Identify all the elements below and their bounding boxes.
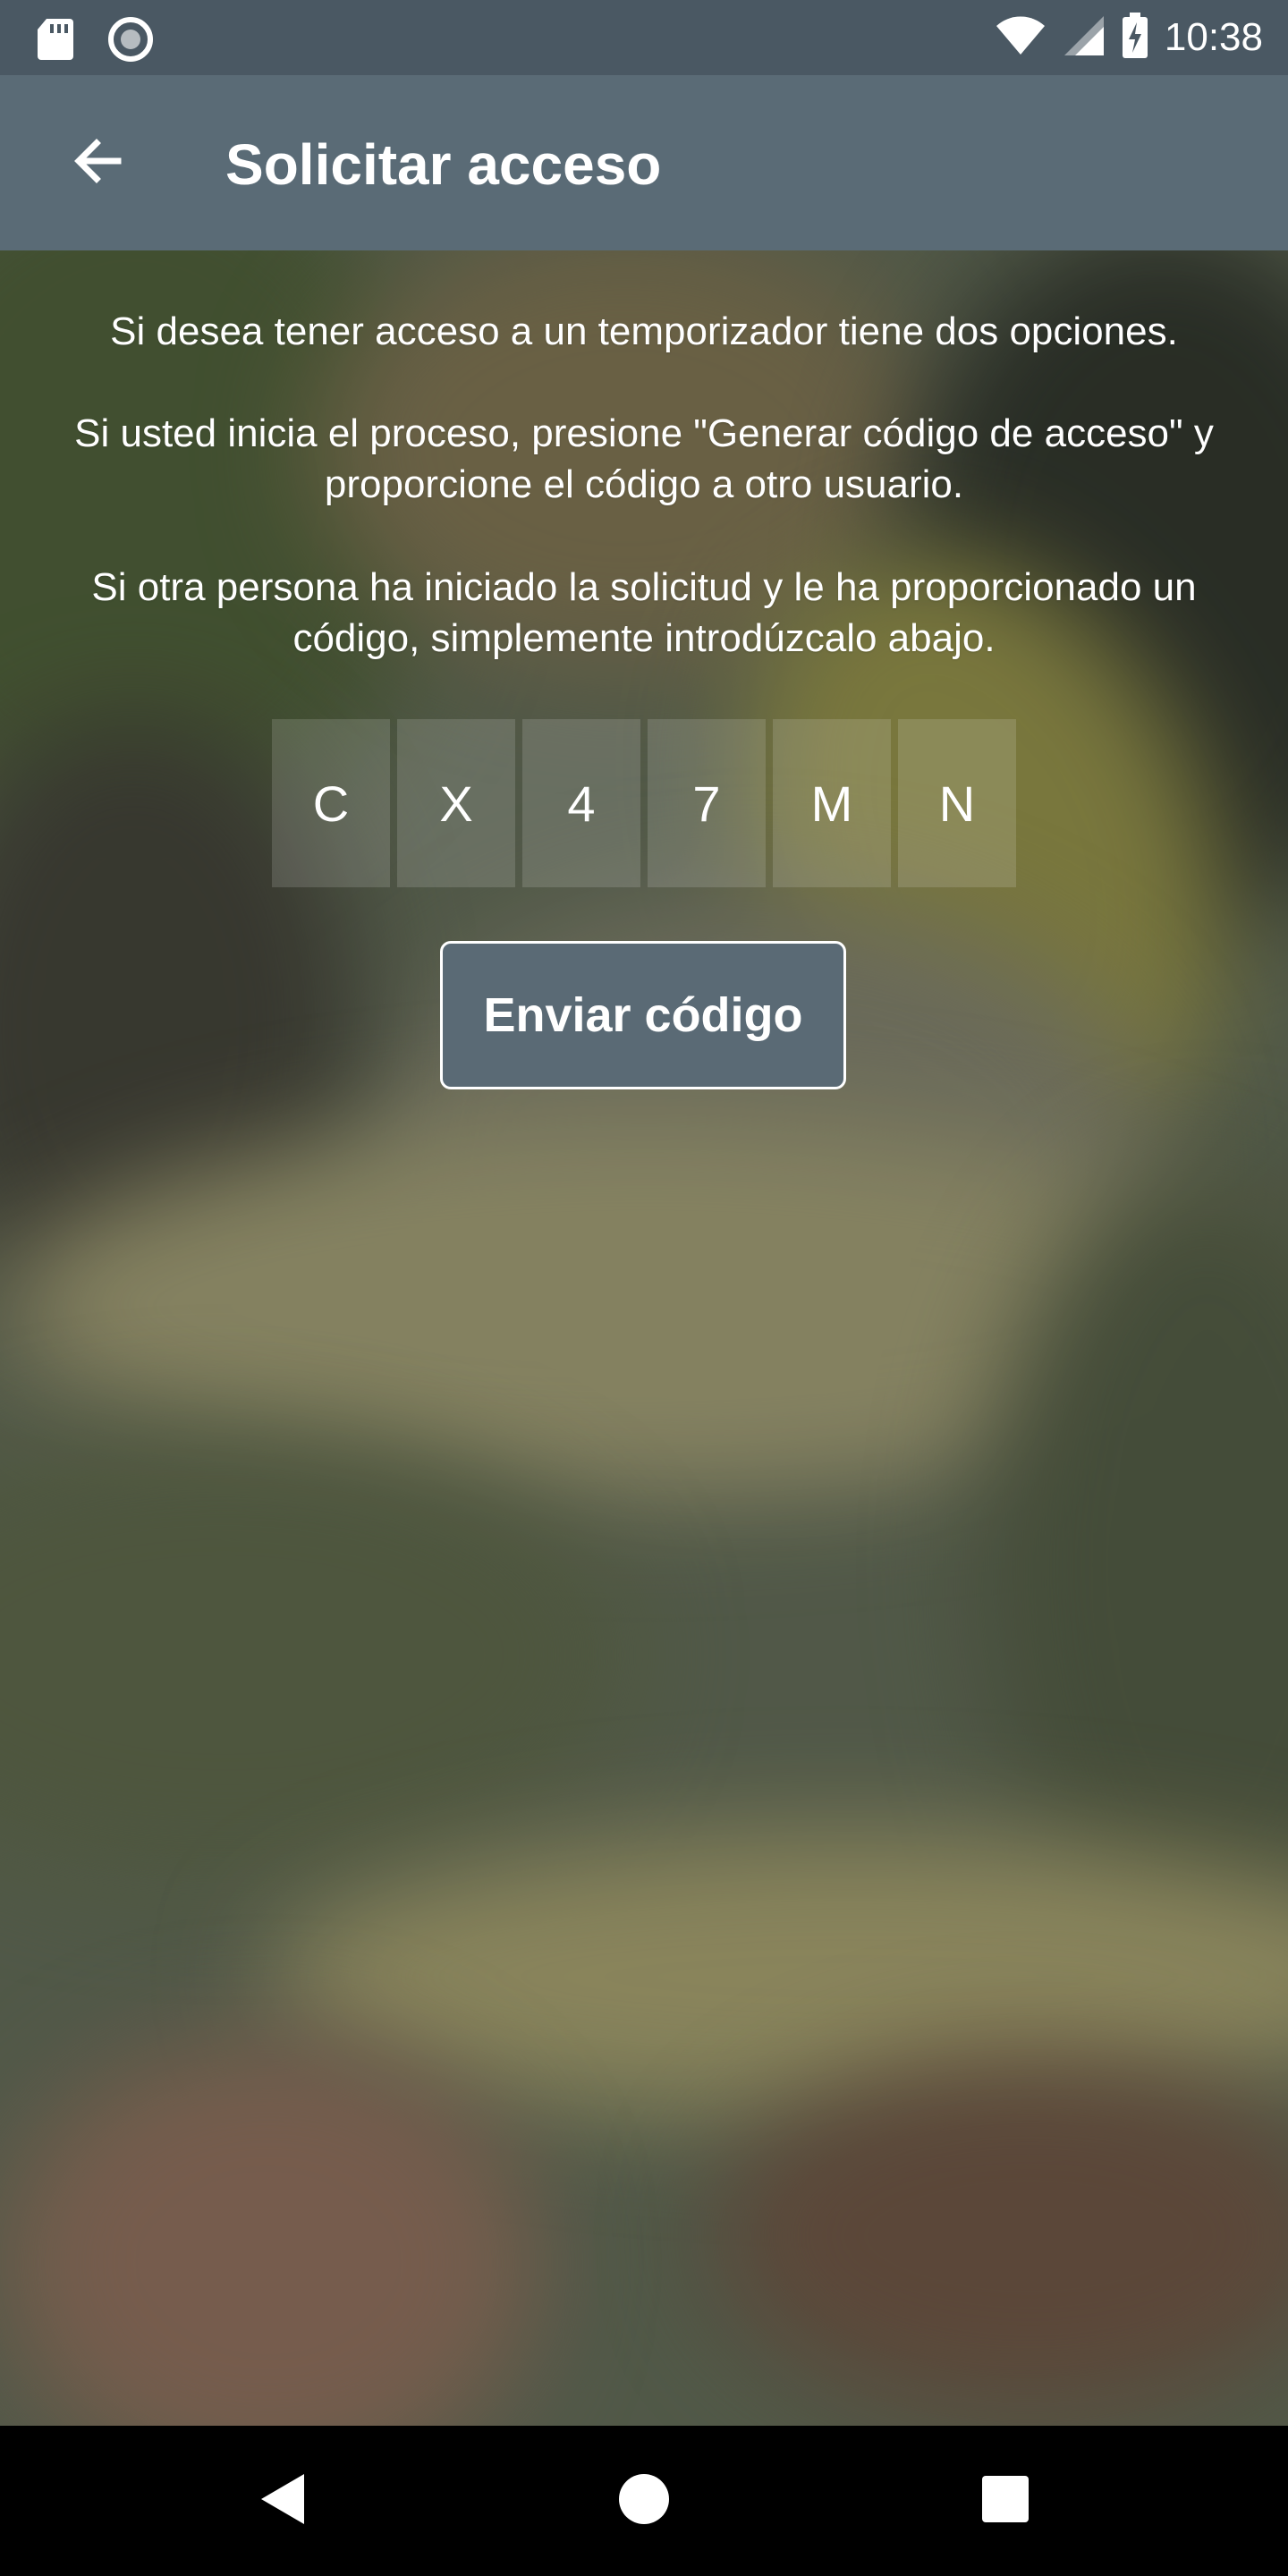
access-code-input: C X 4 7 M N	[272, 719, 1016, 887]
instructions-text-1: Si desea tener acceso a un temporizador …	[110, 309, 1178, 353]
instructions-text-3: Si otra persona ha iniciado la solicitud…	[91, 565, 1197, 660]
instructions-text-2: Si usted inicia el proceso, presione "Ge…	[74, 411, 1214, 506]
blurred-background-image	[0, 0, 1288, 2426]
code-digit-1[interactable]: C	[272, 719, 390, 887]
wifi-icon	[995, 15, 1046, 61]
code-digit-6[interactable]: N	[898, 719, 1016, 887]
nav-back-button[interactable]	[238, 2456, 327, 2546]
nav-home-icon	[617, 2472, 671, 2530]
battery-charging-icon	[1122, 12, 1148, 64]
page-title: Solicitar acceso	[225, 132, 662, 197]
arrow-back-icon	[70, 134, 123, 192]
status-time: 10:38	[1164, 15, 1263, 59]
app-bar: Solicitar acceso	[0, 75, 1288, 250]
status-bar: 10:38	[0, 0, 1288, 75]
navigation-bar	[0, 2426, 1288, 2576]
sync-circle-icon	[107, 16, 154, 67]
code-digit-3[interactable]: 4	[522, 719, 640, 887]
send-code-button[interactable]: Enviar código	[440, 941, 846, 1089]
nav-back-icon	[258, 2470, 308, 2532]
nav-recents-button[interactable]	[961, 2456, 1050, 2546]
code-digit-2[interactable]: X	[397, 719, 515, 887]
sd-card-icon	[36, 17, 75, 66]
nav-recents-icon	[981, 2475, 1030, 2528]
cell-signal-icon	[1063, 14, 1106, 62]
code-digit-4[interactable]: 7	[648, 719, 766, 887]
nav-home-button[interactable]	[599, 2456, 689, 2546]
back-button[interactable]	[50, 116, 143, 209]
code-digit-5[interactable]: M	[773, 719, 891, 887]
